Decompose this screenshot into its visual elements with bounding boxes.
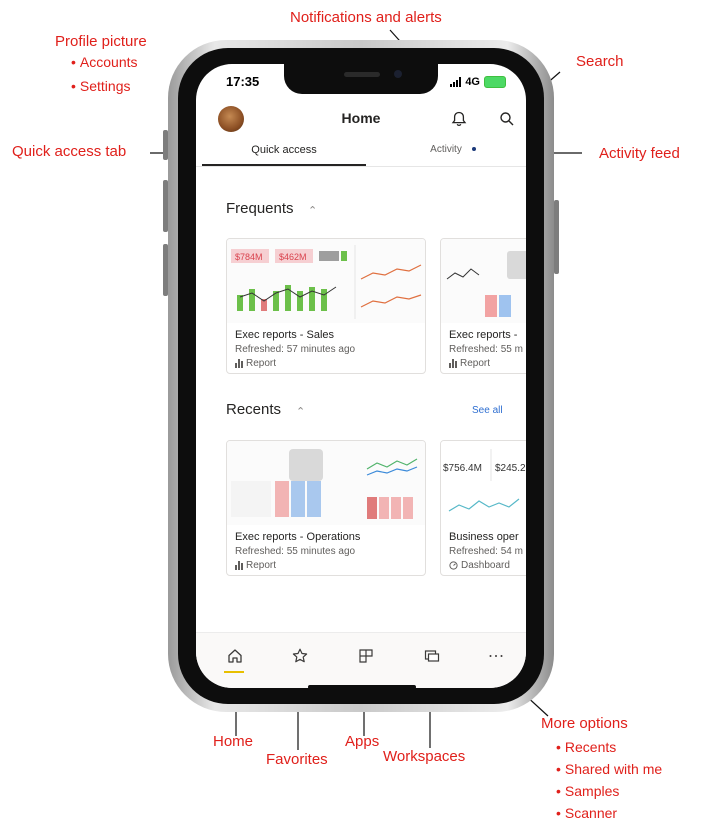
recents-card-exec-operations[interactable]: Exec reports - Operations Refreshed: 55 … — [226, 440, 426, 576]
annotation-home: Home — [213, 733, 254, 750]
card-refreshed: Refreshed: 55 m — [449, 344, 523, 355]
status-indicators: 4G — [450, 76, 506, 88]
thumb-kpi-1: $756.4M — [443, 463, 482, 474]
card-type-label: Report — [460, 358, 491, 369]
network-label: 4G — [465, 76, 480, 88]
page-title: Home — [341, 110, 381, 126]
card-refreshed: Refreshed: 57 minutes ago — [235, 344, 356, 355]
frequents-collapse-icon[interactable]: ⌃ — [308, 204, 317, 217]
report-thumbnail: $784M $462M — [227, 239, 425, 323]
annotation-profile-picture: Profile picture — [55, 33, 147, 50]
annotation-notifications: Notifications and alerts — [290, 9, 442, 26]
annotation-more-options: More options — [541, 715, 628, 732]
recents-collapse-icon[interactable]: ⌃ — [296, 405, 305, 418]
power-button — [554, 200, 559, 274]
card-type-label: Report — [246, 358, 277, 369]
card-type: Report — [235, 358, 276, 369]
annotation-settings: Settings — [71, 78, 131, 94]
tab-activity[interactable]: Activity — [366, 140, 526, 164]
workspaces-icon[interactable] — [423, 647, 441, 665]
front-camera — [394, 70, 402, 78]
tab-bar: Quick access Activity — [196, 140, 526, 167]
home-icon[interactable] — [226, 647, 244, 665]
report-icon — [449, 359, 457, 368]
card-refreshed: Refreshed: 55 minutes ago — [235, 546, 356, 557]
card-type: Dashboard — [449, 560, 510, 571]
report-icon — [235, 561, 243, 570]
search-icon[interactable] — [498, 110, 516, 128]
dashboard-icon — [449, 561, 458, 570]
card-title: Exec reports - Sales — [235, 329, 335, 341]
annotation-shared-with-me: Shared with me — [556, 761, 662, 777]
home-gesture-bar[interactable] — [308, 685, 416, 688]
annotation-search: Search — [576, 53, 624, 70]
card-title: Business oper — [449, 531, 519, 543]
thumb-kpi-1: $784M — [235, 252, 263, 262]
annotation-quick-access-tab: Quick access tab — [12, 143, 127, 160]
star-icon[interactable] — [291, 647, 309, 665]
annotation-recents: Recents — [556, 739, 616, 755]
card-title: Exec reports - — [449, 329, 518, 341]
phone-screen: 17:35 4G Home Quick access Activity Freq… — [196, 64, 526, 688]
card-type-label: Report — [246, 560, 277, 571]
annotation-favorites: Favorites — [266, 751, 328, 768]
notch — [284, 64, 438, 94]
card-type: Report — [235, 560, 276, 571]
frequents-card-exec-2[interactable]: Exec reports - Refreshed: 55 m Report — [440, 238, 526, 374]
more-icon[interactable] — [487, 647, 505, 665]
speaker — [344, 72, 380, 77]
thumb-kpi-2: $245.2M — [495, 463, 526, 474]
recents-heading: Recents — [226, 401, 282, 418]
card-title: Exec reports - Operations — [235, 531, 361, 543]
tab-quick-access[interactable]: Quick access — [202, 140, 366, 166]
home-active-indicator — [224, 671, 244, 673]
annotation-activity-feed: Activity feed — [599, 145, 680, 162]
signal-icon — [450, 77, 462, 87]
battery-icon — [484, 76, 506, 88]
frequents-heading: Frequents — [226, 200, 294, 217]
card-refreshed: Refreshed: 54 m — [449, 546, 523, 557]
frequents-card-exec-sales[interactable]: $784M $462M Exec reports - Sales Refresh… — [226, 238, 426, 374]
apps-icon[interactable] — [357, 647, 375, 665]
status-time: 17:35 — [226, 74, 260, 89]
thumb-kpi-2: $462M — [279, 252, 307, 262]
bottom-nav — [196, 632, 526, 688]
report-thumbnail — [441, 239, 526, 323]
activity-unread-dot — [472, 147, 476, 151]
report-icon — [235, 359, 243, 368]
annotation-samples: Samples — [556, 783, 619, 799]
report-thumbnail — [227, 441, 425, 525]
bell-icon[interactable] — [450, 110, 468, 128]
annotation-apps: Apps — [345, 733, 380, 750]
annotation-accounts: Accounts — [71, 54, 138, 70]
see-all-link[interactable]: See all — [472, 405, 503, 416]
annotation-scanner: Scanner — [556, 805, 617, 821]
card-type-label: Dashboard — [461, 560, 510, 571]
card-type: Report — [449, 358, 490, 369]
recents-card-business-operations[interactable]: $756.4M $245.2M Business oper Refreshed:… — [440, 440, 526, 576]
annotation-workspaces: Workspaces — [383, 748, 466, 765]
dashboard-thumbnail: $756.4M $245.2M — [441, 441, 526, 525]
